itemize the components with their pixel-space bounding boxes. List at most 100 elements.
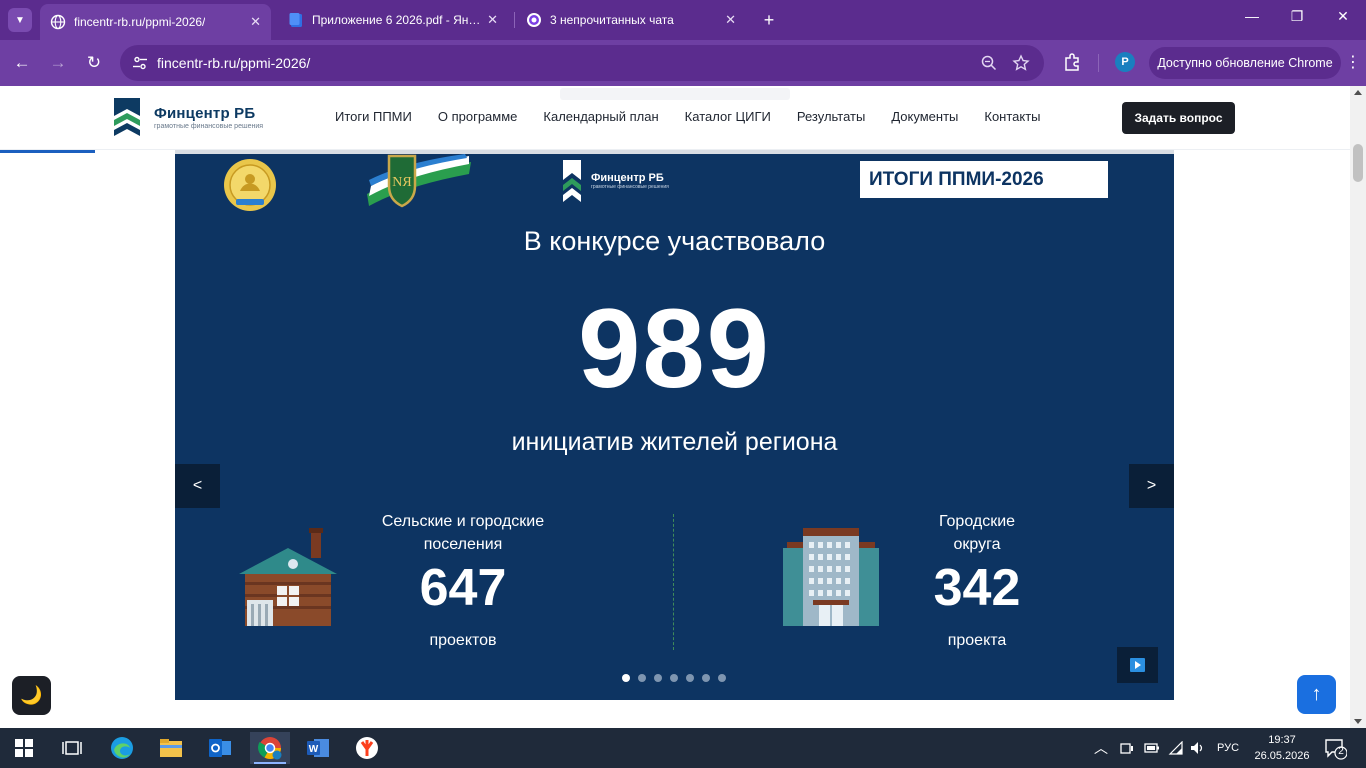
left-stat-label: Сельские и городские поселения	[381, 513, 545, 553]
nav-contacts[interactable]: Контакты	[984, 109, 1040, 124]
tab-title: 3 непрочитанных чата	[550, 13, 674, 27]
outlook-icon[interactable]	[200, 732, 240, 764]
ppmi-shield-emblem-icon: ΝЯ	[367, 154, 471, 208]
slider-dot-2[interactable]	[638, 674, 646, 682]
chevron-up-icon: ︿	[1094, 740, 1108, 756]
close-tab-icon[interactable]: ✕	[719, 12, 736, 28]
yandex-browser-icon[interactable]	[347, 732, 387, 764]
task-view-icon[interactable]	[52, 732, 92, 764]
zoom-icon[interactable]	[980, 54, 998, 72]
svg-text:W: W	[309, 744, 319, 755]
slider-dot-4[interactable]	[670, 674, 678, 682]
chrome-icon[interactable]	[250, 732, 290, 764]
edge-icon[interactable]	[102, 732, 142, 764]
file-explorer-icon[interactable]	[151, 732, 191, 764]
page-scrollbar[interactable]	[1350, 86, 1366, 728]
show-hidden-icons[interactable]: ︿	[1094, 728, 1108, 768]
right-stat-number: 342	[933, 559, 1021, 617]
right-stat-unit: проекта	[947, 632, 1007, 649]
profile-avatar[interactable]: P	[1115, 52, 1135, 72]
rural-house-icon	[239, 528, 337, 626]
logo-name: Финцентр РБ	[154, 104, 256, 122]
ask-question-button[interactable]: Задать вопрос	[1122, 102, 1235, 134]
globe-icon	[50, 14, 66, 30]
slide-badge-title: ИТОГИ ППМИ-2026	[860, 161, 1108, 198]
new-tab-icon[interactable]: +	[758, 9, 780, 31]
slider-dot-6[interactable]	[702, 674, 710, 682]
moon-icon: 🌙	[20, 685, 43, 705]
left-stat-number: 647	[419, 559, 507, 617]
chevron-down-icon: ▼	[15, 14, 25, 26]
page-viewport: Финцентр РБ грамотные финансовые решения…	[0, 86, 1350, 728]
nav-about-program[interactable]: О программе	[438, 109, 518, 124]
tab-search-button[interactable]: ▼	[8, 8, 32, 32]
scroll-down-arrow[interactable]	[1354, 719, 1362, 724]
faded-heading-background	[560, 88, 790, 100]
reload-icon[interactable]: ↻	[82, 51, 106, 75]
system-clock[interactable]: 19:37 26.05.2026	[1244, 732, 1320, 764]
clock-date: 26.05.2026	[1254, 750, 1310, 762]
url-text: fincentr-rb.ru/ppmi-2026/	[157, 55, 311, 71]
site-settings-icon[interactable]	[132, 55, 148, 71]
close-tab-icon[interactable]: ✕	[481, 12, 498, 28]
arrow-up-icon: ↑	[1311, 683, 1322, 705]
nav-calendar-plan[interactable]: Календарный план	[543, 109, 658, 124]
results-slider: ΝЯ Финцентр РБ грамотные финансовые реше…	[175, 154, 1174, 700]
volume-icon[interactable]	[1190, 728, 1206, 768]
slide-logo-tagline: грамотные финансовые решения	[591, 184, 669, 190]
slider-dot-5[interactable]	[686, 674, 694, 682]
device-icon[interactable]	[1120, 728, 1134, 768]
extensions-puzzle-icon[interactable]	[1062, 52, 1082, 72]
address-bar[interactable]: fincentr-rb.ru/ppmi-2026/	[120, 45, 1044, 81]
battery-icon[interactable]	[1144, 728, 1160, 768]
close-tab-icon[interactable]: ✕	[244, 14, 261, 30]
left-stat-unit: проектов	[429, 632, 497, 649]
slider-dot-1[interactable]	[622, 674, 630, 682]
language-indicator[interactable]: РУС	[1217, 728, 1239, 768]
forward-arrow-icon[interactable]: →	[46, 51, 70, 75]
tab-chat[interactable]: 3 непрочитанных чата ✕	[516, 4, 746, 36]
browser-menu-icon[interactable]: ⋮	[1345, 52, 1361, 74]
slider-autoplay-button[interactable]	[1117, 647, 1158, 683]
svg-text:ΝЯ: ΝЯ	[392, 175, 411, 190]
slider-pagination	[622, 674, 734, 682]
chrome-update-button[interactable]: Доступно обновление Chrome	[1149, 47, 1341, 79]
close-window-icon[interactable]: ✕	[1331, 8, 1355, 25]
slider-dot-3[interactable]	[654, 674, 662, 682]
word-icon[interactable]: W	[298, 732, 338, 764]
scroll-to-top-button[interactable]: ↑	[1297, 675, 1336, 714]
site-header: Финцентр РБ грамотные финансовые решения…	[0, 86, 1350, 150]
minimize-icon[interactable]: —	[1240, 8, 1264, 24]
restore-icon[interactable]: ❐	[1285, 8, 1309, 25]
play-icon	[1130, 658, 1145, 672]
chat-icon	[527, 13, 541, 27]
stats-divider	[673, 514, 674, 650]
wifi-icon[interactable]	[1168, 728, 1184, 768]
city-building-icon	[783, 528, 879, 626]
windows-start-icon[interactable]	[4, 732, 44, 764]
bookmark-star-icon[interactable]	[1012, 54, 1030, 72]
nav-catalog-cigi[interactable]: Каталог ЦИГИ	[685, 109, 771, 124]
slider-dot-7[interactable]	[718, 674, 726, 682]
scroll-progress-bar	[0, 150, 95, 153]
scroll-up-arrow[interactable]	[1354, 90, 1362, 95]
tab-fincentr[interactable]: fincentr-rb.ru/ppmi-2026/ ✕	[40, 4, 271, 40]
notification-center-icon[interactable]: 2	[1323, 736, 1348, 760]
back-arrow-icon[interactable]: ←	[10, 51, 34, 75]
dark-mode-toggle[interactable]: 🌙	[12, 676, 51, 715]
nav-documents[interactable]: Документы	[891, 109, 958, 124]
fincentr-logo-icon	[114, 98, 140, 136]
nav-results[interactable]: Результаты	[797, 109, 865, 124]
fincentr-logo-icon	[563, 160, 581, 202]
slide-headline: В конкурсе участвовало	[523, 226, 826, 256]
tab-pdf[interactable]: Приложение 6 2026.pdf - Янде ✕	[278, 4, 508, 36]
site-logo[interactable]: Финцентр РБ грамотные финансовые решения	[114, 98, 263, 136]
tab-separator	[514, 12, 515, 28]
slide-logo: Финцентр РБ грамотные финансовые решения	[563, 160, 669, 202]
nav-itogi-ppmi[interactable]: Итоги ППМИ	[335, 109, 412, 124]
scrollbar-thumb[interactable]	[1353, 144, 1363, 182]
clock-time: 19:37	[1268, 734, 1296, 746]
windows-taskbar: W ︿ РУС 19:37 26.05.2026 2	[0, 728, 1366, 768]
slider-next-button[interactable]: >	[1129, 464, 1174, 508]
slider-prev-button[interactable]: <	[175, 464, 220, 508]
